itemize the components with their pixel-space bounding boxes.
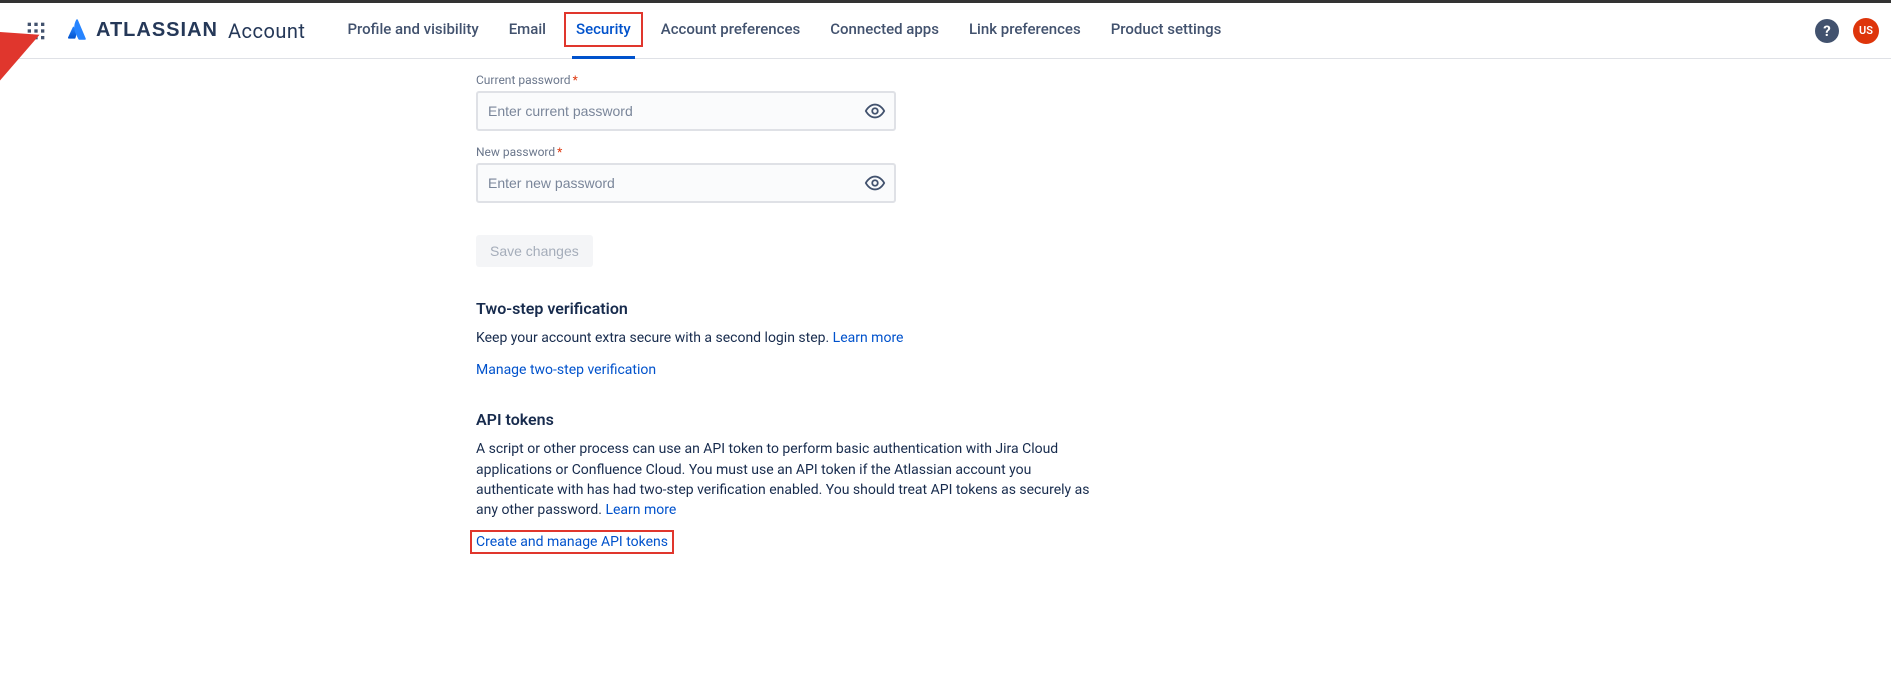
api-tokens-learn-more-link[interactable]: Learn more: [605, 502, 676, 518]
tab-account-preferences[interactable]: Account preferences: [657, 3, 804, 59]
brand-name: ATLASSIAN: [96, 19, 218, 42]
manage-two-step-link[interactable]: Manage two-step verification: [476, 362, 656, 378]
avatar[interactable]: US: [1853, 18, 1879, 44]
required-asterisk: *: [573, 73, 578, 87]
tab-security[interactable]: Security: [572, 3, 635, 59]
api-tokens-section: API tokens A script or other process can…: [476, 410, 1096, 550]
current-password-row: Current password*: [476, 73, 1891, 131]
top-header: ATLASSIAN Account Profile and visibility…: [0, 3, 1891, 59]
tab-profile-visibility[interactable]: Profile and visibility: [343, 3, 482, 59]
tab-email[interactable]: Email: [505, 3, 550, 59]
tab-connected-apps[interactable]: Connected apps: [826, 3, 943, 59]
api-tokens-description: A script or other process can use an API…: [476, 439, 1096, 520]
tab-link-preferences[interactable]: Link preferences: [965, 3, 1085, 59]
api-tokens-heading: API tokens: [476, 410, 1096, 429]
header-tabs: Profile and visibility Email Security Ac…: [343, 3, 1225, 59]
new-password-input[interactable]: [476, 163, 896, 203]
two-step-learn-more-link[interactable]: Learn more: [833, 330, 904, 346]
current-password-label: Current password*: [476, 73, 1891, 87]
two-step-heading: Two-step verification: [476, 299, 1096, 318]
main-content: Current password* New password* Save cha…: [0, 59, 1891, 590]
brand-subtitle: Account: [228, 19, 306, 43]
app-switcher-icon[interactable]: [20, 15, 52, 47]
current-password-input[interactable]: [476, 91, 896, 131]
atlassian-logo-icon: [66, 18, 88, 44]
new-password-row: New password*: [476, 145, 1891, 203]
toggle-visibility-icon[interactable]: [864, 172, 886, 194]
brand-logo[interactable]: ATLASSIAN Account: [66, 18, 305, 44]
new-password-label: New password*: [476, 145, 1891, 159]
toggle-visibility-icon[interactable]: [864, 100, 886, 122]
save-changes-button[interactable]: Save changes: [476, 235, 593, 267]
two-step-section: Two-step verification Keep your account …: [476, 299, 1096, 378]
annotation-arrow-api-tokens: [0, 519, 6, 543]
tab-product-settings[interactable]: Product settings: [1107, 3, 1226, 59]
help-icon[interactable]: ?: [1815, 19, 1839, 43]
two-step-description: Keep your account extra secure with a se…: [476, 328, 1096, 348]
create-manage-api-tokens-link[interactable]: Create and manage API tokens: [476, 534, 668, 550]
required-asterisk: *: [557, 145, 562, 159]
